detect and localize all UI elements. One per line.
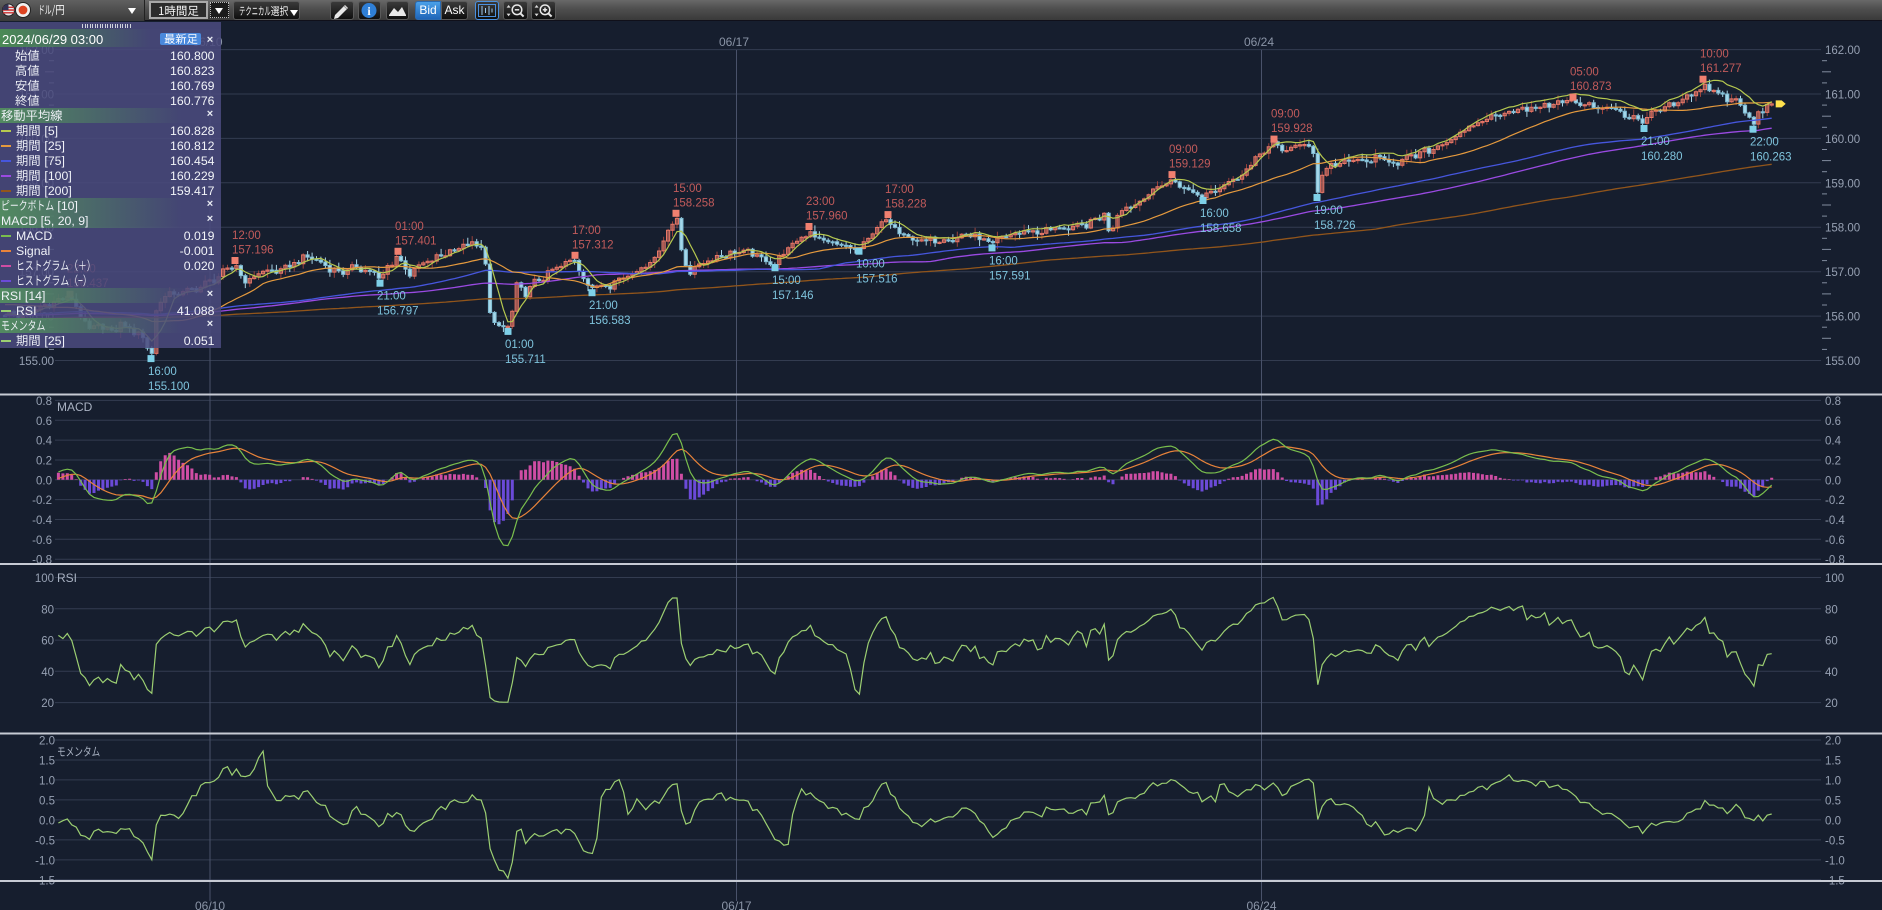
svg-text:15:00: 15:00 (673, 183, 702, 195)
svg-text:159.129: 159.129 (1169, 159, 1211, 171)
svg-text:160.00: 160.00 (1825, 134, 1860, 146)
svg-text:-1.0: -1.0 (35, 855, 55, 867)
svg-text:40: 40 (41, 667, 54, 679)
svg-text:-0.5: -0.5 (1825, 835, 1845, 847)
svg-text:60: 60 (41, 636, 54, 648)
svg-text:21:00: 21:00 (377, 291, 406, 303)
svg-text:0.0: 0.0 (1825, 475, 1841, 487)
svg-text:06/17: 06/17 (721, 899, 751, 910)
svg-text:06/10: 06/10 (195, 899, 225, 910)
svg-text:160.263: 160.263 (1750, 152, 1792, 164)
svg-text:100: 100 (1825, 573, 1844, 585)
svg-text:0.4: 0.4 (1825, 436, 1842, 448)
svg-text:156.00: 156.00 (1825, 312, 1860, 324)
svg-text:158.00: 158.00 (1825, 223, 1860, 235)
svg-text:157.516: 157.516 (856, 274, 898, 286)
svg-text:0.0: 0.0 (36, 475, 52, 487)
svg-text:09:00: 09:00 (1271, 109, 1300, 121)
svg-text:159.00: 159.00 (1825, 178, 1860, 190)
svg-text:157.960: 157.960 (806, 211, 848, 223)
svg-text:80: 80 (41, 604, 54, 616)
svg-text:156.797: 156.797 (377, 306, 419, 318)
svg-text:MACD: MACD (57, 400, 93, 414)
svg-text:20: 20 (1825, 698, 1838, 710)
svg-text:-0.6: -0.6 (32, 535, 52, 547)
svg-text:0.4: 0.4 (36, 436, 53, 448)
svg-text:23:00: 23:00 (806, 196, 835, 208)
svg-text:10:00: 10:00 (1700, 49, 1729, 61)
svg-text:-0.2: -0.2 (32, 495, 52, 507)
svg-text:0.6: 0.6 (36, 416, 52, 428)
svg-text:15:00: 15:00 (772, 275, 801, 287)
svg-text:10:00: 10:00 (856, 259, 885, 271)
svg-text:16:00: 16:00 (1200, 208, 1229, 220)
svg-text:0.2: 0.2 (36, 456, 52, 468)
svg-text:01:00: 01:00 (395, 221, 424, 233)
svg-text:157.00: 157.00 (1825, 267, 1860, 279)
svg-text:20: 20 (41, 698, 54, 710)
svg-text:0.0: 0.0 (39, 815, 55, 827)
svg-text:19:00: 19:00 (1314, 205, 1343, 217)
svg-text:RSI: RSI (57, 571, 77, 585)
svg-text:1.0: 1.0 (1825, 775, 1841, 787)
svg-text:158.228: 158.228 (885, 199, 927, 211)
svg-text:22:00: 22:00 (1750, 137, 1779, 149)
svg-text:40: 40 (1825, 667, 1838, 679)
svg-text:155.00: 155.00 (19, 356, 54, 368)
svg-text:0.8: 0.8 (36, 396, 52, 408)
svg-text:-0.6: -0.6 (1825, 535, 1845, 547)
svg-text:157.312: 157.312 (572, 239, 614, 251)
svg-text:1.5: 1.5 (39, 756, 55, 768)
svg-text:0.0: 0.0 (1825, 815, 1841, 827)
svg-text:155.100: 155.100 (148, 381, 190, 393)
svg-text:-0.5: -0.5 (35, 835, 55, 847)
svg-text:-0.4: -0.4 (32, 515, 52, 527)
svg-text:1.0: 1.0 (39, 775, 55, 787)
svg-text:0.8: 0.8 (1825, 396, 1841, 408)
svg-text:05:00: 05:00 (1570, 67, 1599, 79)
svg-text:155.711: 155.711 (505, 354, 546, 366)
svg-text:06/17: 06/17 (719, 35, 749, 49)
svg-text:60: 60 (1825, 636, 1838, 648)
svg-text:158.258: 158.258 (673, 197, 715, 209)
svg-text:157.146: 157.146 (772, 290, 814, 302)
svg-text:09:00: 09:00 (1169, 144, 1198, 156)
svg-text:06/24: 06/24 (1244, 35, 1274, 49)
svg-text:-1.0: -1.0 (1825, 855, 1845, 867)
svg-text:12:00: 12:00 (232, 230, 261, 242)
svg-text:159.928: 159.928 (1271, 123, 1313, 135)
svg-text:21:00: 21:00 (1641, 136, 1670, 148)
svg-text:157.196: 157.196 (232, 245, 274, 257)
svg-text:16:00: 16:00 (989, 255, 1018, 267)
svg-text:06/24: 06/24 (1246, 899, 1276, 910)
svg-text:01:00: 01:00 (505, 339, 534, 351)
svg-text:158.658: 158.658 (1200, 223, 1242, 235)
svg-text:2.0: 2.0 (1825, 736, 1841, 748)
svg-text:100: 100 (35, 573, 54, 585)
svg-text:0.2: 0.2 (1825, 456, 1841, 468)
svg-text:155.00: 155.00 (1825, 356, 1860, 368)
svg-text:160.873: 160.873 (1570, 81, 1612, 93)
svg-text:0.6: 0.6 (1825, 416, 1841, 428)
svg-text:1.5: 1.5 (1825, 756, 1841, 768)
svg-text:0.5: 0.5 (39, 795, 55, 807)
svg-text:0.5: 0.5 (1825, 795, 1841, 807)
svg-text:16:00: 16:00 (148, 366, 177, 378)
svg-text:-0.4: -0.4 (1825, 515, 1845, 527)
svg-text:161.00: 161.00 (1825, 90, 1860, 102)
svg-text:17:00: 17:00 (885, 184, 914, 196)
svg-text:2.0: 2.0 (39, 736, 55, 748)
svg-text:162.00: 162.00 (1825, 45, 1860, 57)
svg-text:17:00: 17:00 (572, 225, 601, 237)
svg-text:161.277: 161.277 (1700, 63, 1742, 75)
svg-text:-0.2: -0.2 (1825, 495, 1845, 507)
svg-text:80: 80 (1825, 604, 1838, 616)
svg-text:160.280: 160.280 (1641, 151, 1683, 163)
svg-text:158.726: 158.726 (1314, 220, 1356, 232)
svg-text:157.401: 157.401 (395, 235, 437, 247)
svg-text:157.591: 157.591 (989, 270, 1031, 282)
svg-text:156.583: 156.583 (589, 315, 631, 327)
svg-text:21:00: 21:00 (589, 300, 618, 312)
